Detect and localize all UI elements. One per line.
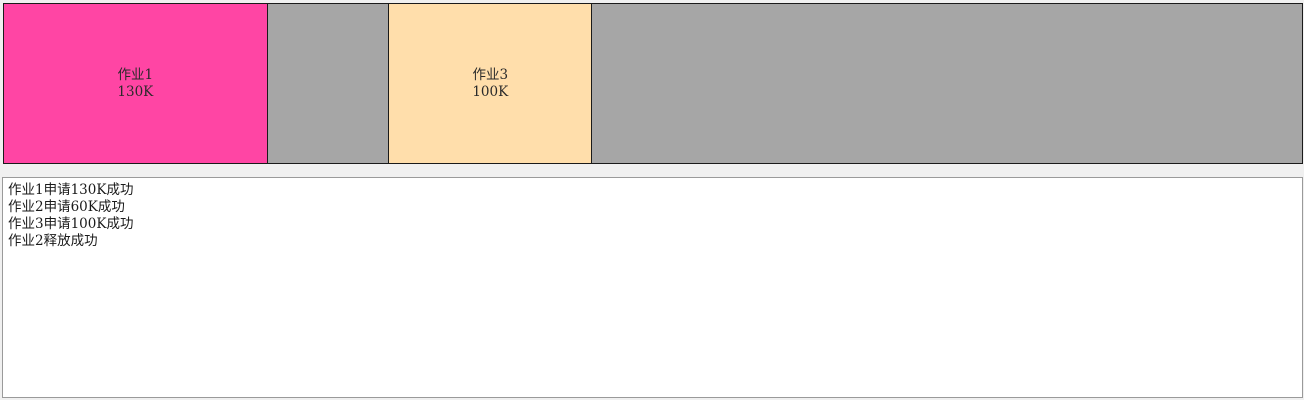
memory-block-name: 作业1 bbox=[117, 66, 154, 83]
log-line: 作业2申请60K成功 bbox=[8, 199, 125, 215]
log-line: 作业2释放成功 bbox=[8, 233, 98, 249]
memory-block-job1: 作业1 130K bbox=[4, 4, 268, 163]
memory-block-job3: 作业3 100K bbox=[389, 4, 593, 163]
log-line: 作业1申请130K成功 bbox=[8, 182, 134, 198]
memory-block-size: 100K bbox=[472, 83, 509, 100]
operation-log-textarea[interactable]: 作业1申请130K成功 作业2申请60K成功 作业3申请100K成功 作业2释放… bbox=[2, 177, 1303, 398]
log-line: 作业3申请100K成功 bbox=[8, 216, 134, 232]
memory-block-name: 作业3 bbox=[472, 66, 509, 83]
memory-block-size: 130K bbox=[117, 83, 154, 100]
memory-block-free bbox=[267, 4, 390, 163]
memory-block-free bbox=[592, 4, 1302, 163]
memory-allocation-bar: 作业1 130K 作业3 100K bbox=[3, 3, 1303, 164]
